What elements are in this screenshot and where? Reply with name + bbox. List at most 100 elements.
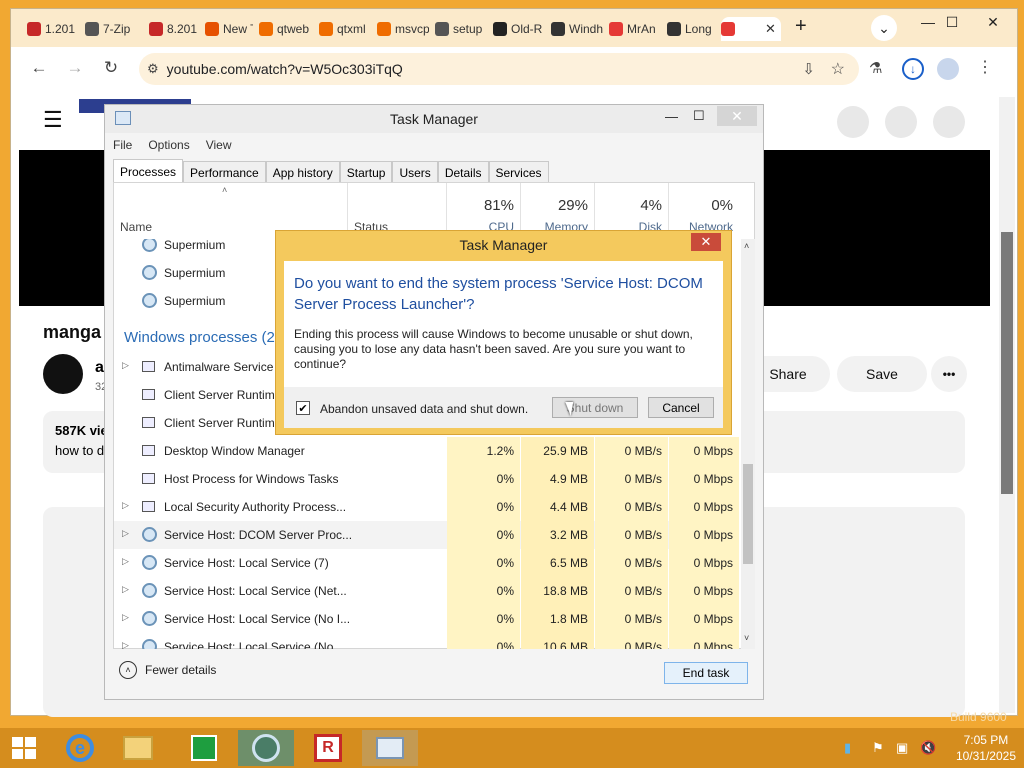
new-tab-button[interactable]: + bbox=[795, 15, 807, 38]
tab-users[interactable]: Users bbox=[392, 161, 438, 183]
taskbar-explorer-icon[interactable] bbox=[110, 730, 166, 766]
labs-icon[interactable]: ⚗ bbox=[869, 59, 882, 77]
cancel-button[interactable]: Cancel bbox=[648, 397, 714, 418]
browser-tab[interactable]: 1.201 bbox=[27, 17, 79, 41]
fewer-details-button[interactable]: ˄ Fewer details bbox=[119, 661, 216, 679]
taskbar-supermium-icon[interactable] bbox=[238, 730, 294, 766]
scroll-down-icon[interactable]: ˅ bbox=[744, 633, 749, 643]
taskbar-store-icon[interactable] bbox=[176, 730, 232, 766]
taskbar-roblox-icon[interactable]: R bbox=[300, 730, 356, 766]
save-button[interactable]: Save bbox=[837, 356, 927, 392]
tray-volume-icon[interactable]: 🔇 bbox=[920, 740, 936, 756]
reload-icon[interactable]: ↻ bbox=[97, 54, 125, 82]
tm-menu-options[interactable]: Options bbox=[148, 138, 189, 152]
col-cpu-header[interactable]: 81% CPU bbox=[447, 183, 520, 237]
process-row[interactable]: ▷ Service Host: Local Service (Net... 0% 18… bbox=[114, 577, 739, 605]
tm-menu-view[interactable]: View bbox=[206, 138, 232, 152]
tm-maximize-button[interactable]: ☐ bbox=[693, 108, 705, 124]
abandon-data-checkbox[interactable]: ✔ bbox=[296, 401, 310, 415]
browser-tab[interactable]: qtxml bbox=[319, 17, 371, 41]
col-name-header[interactable]: ˄ Name bbox=[114, 183, 344, 237]
system-clock[interactable]: 7:05 PM 10/31/2025 bbox=[956, 732, 1016, 764]
yt-notifications-button[interactable] bbox=[885, 106, 917, 138]
tray-network-status-icon[interactable]: ▣ bbox=[896, 740, 908, 756]
back-icon[interactable]: ← bbox=[25, 54, 53, 82]
browser-tab[interactable]: qtweb bbox=[259, 17, 313, 41]
page-scrollbar[interactable] bbox=[999, 97, 1015, 713]
tab-startup[interactable]: Startup bbox=[339, 161, 393, 183]
site-info-icon[interactable]: ⚙ bbox=[147, 61, 159, 77]
forward-icon[interactable]: → bbox=[61, 54, 89, 82]
tab-performance[interactable]: Performance bbox=[183, 161, 266, 183]
url-text[interactable]: youtube.com/watch?v=W5Oc303iTqQ bbox=[167, 61, 403, 77]
profile-avatar[interactable] bbox=[937, 58, 959, 80]
col-status-header[interactable]: Status bbox=[348, 183, 446, 237]
install-app-icon[interactable]: ⇩ bbox=[802, 60, 815, 78]
expand-arrow-icon[interactable]: ▷ bbox=[122, 640, 129, 649]
more-actions-button[interactable]: ••• bbox=[931, 356, 967, 392]
taskbar-task-manager-icon[interactable] bbox=[362, 730, 418, 766]
maximize-button[interactable]: ☐ bbox=[935, 9, 969, 35]
downloads-icon[interactable]: ↓ bbox=[902, 58, 924, 80]
browser-tab[interactable]: MrAn bbox=[609, 17, 661, 41]
tab-favicon-icon bbox=[435, 22, 449, 36]
tm-minimize-button[interactable]: — bbox=[665, 109, 678, 124]
browser-tab[interactable]: Long bbox=[667, 17, 715, 41]
browser-tab[interactable]: Windh bbox=[551, 17, 603, 41]
tab-app-history[interactable]: App history bbox=[265, 161, 340, 183]
yt-create-button[interactable] bbox=[837, 106, 869, 138]
browser-tab[interactable]: msvcp bbox=[377, 17, 429, 41]
channel-avatar[interactable] bbox=[43, 354, 83, 394]
browser-tab[interactable]: setup bbox=[435, 17, 487, 41]
expand-arrow-icon[interactable]: ▷ bbox=[122, 528, 129, 539]
dialog-close-button[interactable]: ✕ bbox=[691, 233, 721, 251]
process-row[interactable]: Host Process for Windows Tasks 0% 4.9 MB 0 … bbox=[114, 465, 739, 493]
browser-tab[interactable]: 8.201 bbox=[149, 17, 199, 41]
browser-menu-icon[interactable]: ⋮ bbox=[977, 57, 993, 77]
process-scroll-thumb[interactable] bbox=[743, 464, 753, 564]
tab-close-icon[interactable]: ✕ bbox=[765, 21, 776, 37]
col-network-header[interactable]: 0% Network bbox=[669, 183, 739, 237]
tm-menu-file[interactable]: File bbox=[113, 138, 132, 152]
abandon-data-label[interactable]: Abandon unsaved data and shut down. bbox=[320, 402, 528, 416]
page-scroll-thumb[interactable] bbox=[1001, 232, 1013, 494]
process-row[interactable]: ▷ Local Security Authority Process... 0% 4.… bbox=[114, 493, 739, 521]
browser-tab[interactable]: 7-Zip bbox=[85, 17, 143, 41]
col-disk-header[interactable]: 4% Disk bbox=[595, 183, 668, 237]
expand-arrow-icon[interactable]: ▷ bbox=[122, 612, 129, 623]
scroll-up-icon[interactable]: ˄ bbox=[744, 241, 749, 251]
tm-close-button[interactable]: ✕ bbox=[717, 106, 757, 126]
process-row[interactable]: ▷ Service Host: Local Service (No I... 0% 1… bbox=[114, 605, 739, 633]
tab-search-button[interactable]: ⌄ bbox=[871, 15, 897, 41]
process-row[interactable]: ▷ Service Host: DCOM Server Proc... 0% 3.2 … bbox=[114, 521, 739, 549]
process-row[interactable]: ▷ Service Host: Local Service (7) 0% 6.5 MB… bbox=[114, 549, 739, 577]
close-window-button[interactable]: ✕ bbox=[969, 9, 1017, 35]
bookmark-star-icon[interactable]: ☆ bbox=[831, 59, 845, 79]
yt-account-button[interactable] bbox=[933, 106, 965, 138]
channel-name[interactable]: a bbox=[95, 359, 104, 377]
process-net-value: 0 Mbps bbox=[693, 612, 733, 626]
process-name: Service Host: Local Service (Net... bbox=[164, 584, 347, 598]
browser-tab[interactable]: ✕ bbox=[721, 17, 781, 41]
end-task-button[interactable]: End task bbox=[664, 662, 748, 684]
tray-flag-icon[interactable]: ⚑ bbox=[872, 740, 884, 756]
expand-arrow-icon[interactable]: ▷ bbox=[122, 500, 129, 511]
taskbar-ie-icon[interactable]: e bbox=[52, 730, 108, 766]
process-scrollbar[interactable]: ˄ ˅ bbox=[741, 239, 755, 649]
browser-tab[interactable]: Old-R bbox=[493, 17, 545, 41]
address-bar[interactable]: ⚙ youtube.com/watch?v=W5Oc303iTqQ ⇩ ☆ bbox=[139, 53, 859, 85]
yt-menu-icon[interactable]: ☰ bbox=[43, 107, 63, 133]
group-header-windows-processes[interactable]: Windows processes (2 bbox=[124, 329, 275, 346]
expand-arrow-icon[interactable]: ▷ bbox=[122, 584, 129, 595]
process-row[interactable]: Desktop Window Manager 1.2% 25.9 MB 0 MB/s 0… bbox=[114, 437, 739, 465]
expand-arrow-icon[interactable]: ▷ bbox=[122, 556, 129, 567]
browser-tab[interactable]: New T bbox=[205, 17, 253, 41]
tab-services[interactable]: Services bbox=[488, 161, 549, 183]
tab-processes[interactable]: Processes bbox=[113, 159, 184, 183]
expand-arrow-icon[interactable]: ▷ bbox=[122, 360, 129, 371]
tray-network-icon[interactable]: ▮ bbox=[844, 740, 851, 756]
process-row[interactable]: ▷ Service Host: Local Service (No ... 0% 10… bbox=[114, 633, 739, 649]
tab-details[interactable]: Details bbox=[437, 161, 489, 183]
start-button[interactable] bbox=[0, 730, 48, 766]
col-memory-header[interactable]: 29% Memory bbox=[521, 183, 594, 237]
